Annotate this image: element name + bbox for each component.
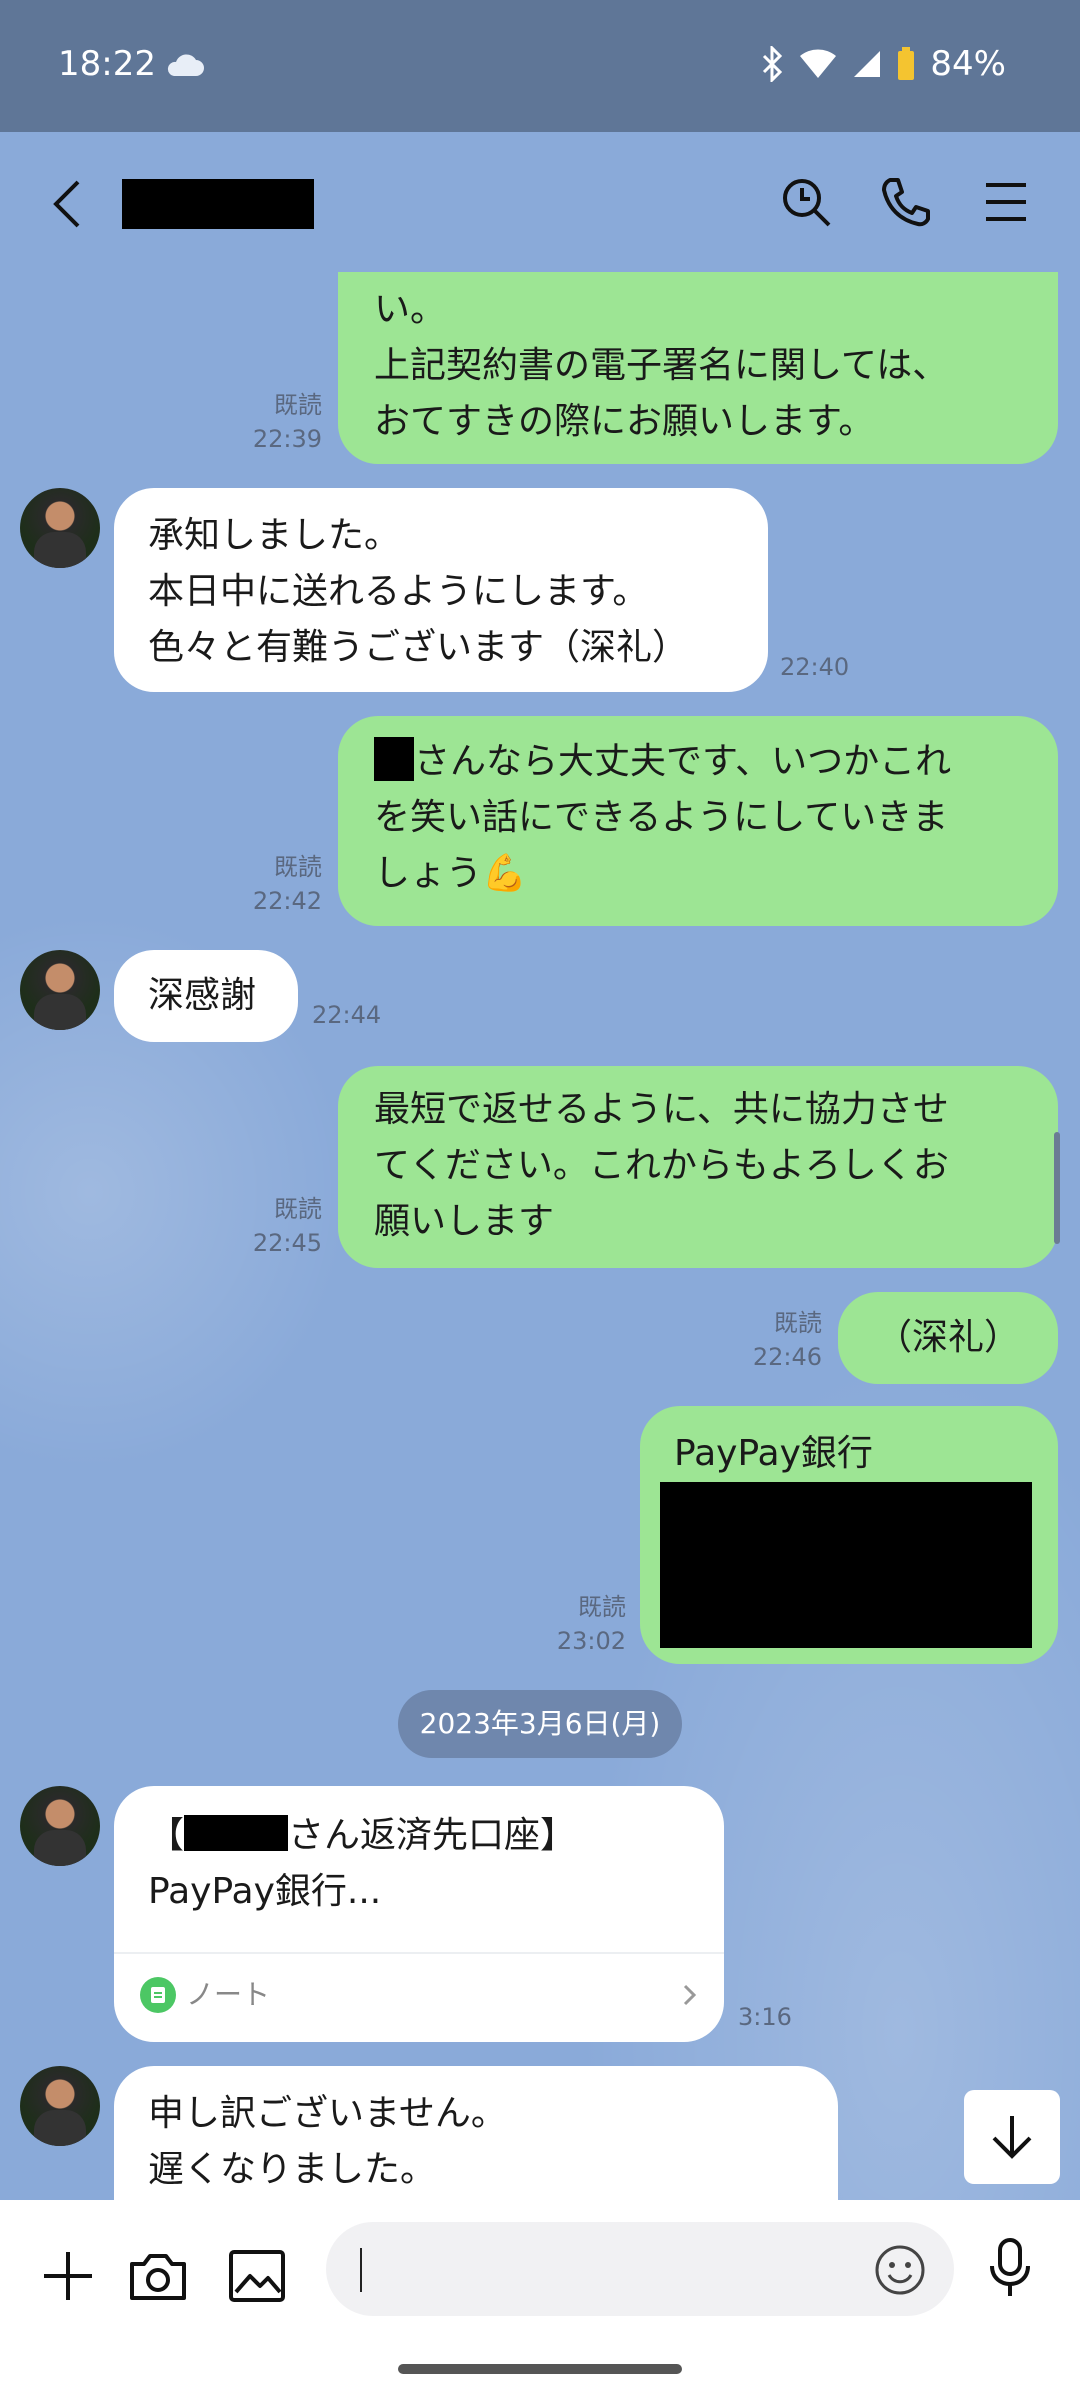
message-line: さんなら大丈夫です、いつかこれ xyxy=(374,734,1022,790)
message-time: 22:40 xyxy=(780,653,850,681)
message-meta: 既読 23:02 xyxy=(524,1590,626,1658)
message-line: 遅くなりました。 xyxy=(148,2149,437,2190)
message-line: い。 xyxy=(374,289,447,330)
message-bubble-outgoing[interactable]: 最短で返せるように、共に協力させ てください。これからもよろしくお 願いします xyxy=(338,1066,1058,1268)
text-cursor xyxy=(360,2248,362,2292)
message-line: 本日中に送れるようにします。 xyxy=(148,571,649,612)
status-bar: 18:22 84% xyxy=(0,0,1080,132)
message-line: 申し訳ございません。 xyxy=(148,2093,507,2134)
arrow-down-icon xyxy=(990,2114,1034,2160)
message-text: （深礼） xyxy=(875,1317,1020,1358)
message-line: 承知しました。 xyxy=(148,515,401,556)
message-bubble-outgoing[interactable]: さんなら大丈夫です、いつかこれ を笑い話にできるようにしていきま しょう💪 xyxy=(338,716,1058,926)
message-time: 3:16 xyxy=(738,2003,792,2031)
back-icon[interactable] xyxy=(50,178,86,230)
redacted-name xyxy=(374,737,414,781)
message-line: 色々と有難うございます（深礼） xyxy=(148,627,689,668)
phone-icon[interactable] xyxy=(880,176,932,228)
image-icon[interactable] xyxy=(228,2248,286,2304)
message-meta: 既読 22:45 xyxy=(220,1192,322,1260)
plus-icon[interactable] xyxy=(40,2248,96,2304)
message-bubble-outgoing[interactable]: い。 上記契約書の電子署名に関しては、 おてすきの際にお願いします。 xyxy=(338,272,1058,464)
avatar[interactable] xyxy=(20,1786,100,1866)
wifi-icon xyxy=(798,48,838,80)
status-icons: 84% xyxy=(760,44,1006,84)
message-meta: 既読 22:42 xyxy=(220,850,322,918)
message-meta: 22:44 xyxy=(312,998,381,1032)
date-divider: 2023年3月6日(月) xyxy=(398,1690,682,1758)
message-time: 22:45 xyxy=(252,1229,322,1257)
flexed-biceps-emoji: 💪 xyxy=(482,853,527,894)
cloud-icon xyxy=(164,54,204,78)
note-icon xyxy=(140,1977,176,2013)
chevron-right-icon xyxy=(682,1983,698,2007)
redacted-account-info xyxy=(660,1482,1032,1648)
message-time: 22:39 xyxy=(252,425,322,453)
read-receipt: 既読 xyxy=(274,391,322,419)
message-time: 22:42 xyxy=(252,887,322,915)
battery-icon xyxy=(896,46,916,82)
camera-icon[interactable] xyxy=(128,2248,188,2304)
note-divider xyxy=(114,1952,724,1954)
battery-percent: 84% xyxy=(930,44,1006,84)
avatar[interactable] xyxy=(20,2066,100,2146)
message-meta: 既読 22:39 xyxy=(220,388,322,456)
message-bubble-outgoing[interactable]: PayPay銀行 xyxy=(640,1406,1058,1664)
note-preview: PayPay銀行... xyxy=(148,1871,382,1912)
message-line: おてすきの際にお願いします。 xyxy=(374,401,875,442)
message-input[interactable] xyxy=(326,2222,954,2316)
message-bubble-incoming[interactable]: 深感謝 xyxy=(114,950,298,1042)
message-line: てください。これからもよろしくお xyxy=(374,1145,949,1186)
scrollbar-thumb[interactable] xyxy=(1054,1132,1060,1244)
message-line: しょう💪 xyxy=(374,853,527,894)
message-line: を笑い話にできるようにしていきま xyxy=(374,797,949,838)
message-bubble-incoming[interactable]: 承知しました。 本日中に送れるようにします。 色々と有難うございます（深礼） xyxy=(114,488,768,692)
signal-icon xyxy=(852,49,882,79)
status-time: 18:22 xyxy=(58,44,156,84)
message-line: 最短で返せるように、共に協力させ xyxy=(374,1089,949,1130)
mic-icon[interactable] xyxy=(986,2236,1034,2300)
message-time: 22:46 xyxy=(752,1343,822,1371)
message-text: 深感謝 xyxy=(148,975,257,1016)
read-receipt: 既読 xyxy=(578,1593,626,1621)
scroll-to-bottom-button[interactable] xyxy=(964,2090,1060,2184)
note-card[interactable]: 【さん返済先口座】 PayPay銀行... ノート xyxy=(114,1786,724,2042)
message-time: 22:44 xyxy=(312,1001,382,1029)
read-receipt: 既読 xyxy=(774,1309,822,1337)
avatar[interactable] xyxy=(20,488,100,568)
read-receipt: 既読 xyxy=(274,1195,322,1223)
menu-icon[interactable] xyxy=(984,182,1028,222)
message-line: 願いします xyxy=(374,1201,555,1242)
home-indicator[interactable] xyxy=(398,2364,682,2374)
contact-name xyxy=(122,179,314,229)
message-bubble-incoming[interactable]: 申し訳ございません。 遅くなりました。 xyxy=(114,2066,838,2200)
message-meta: 22:40 xyxy=(780,650,849,684)
note-footer[interactable]: ノート xyxy=(140,1970,698,2020)
read-receipt: 既読 xyxy=(274,853,322,881)
avatar[interactable] xyxy=(20,950,100,1030)
note-label: ノート xyxy=(186,1978,271,2011)
bluetooth-icon xyxy=(760,46,784,82)
message-time: 23:02 xyxy=(556,1627,626,1655)
chat-header xyxy=(0,132,1080,272)
emoji-icon[interactable] xyxy=(874,2244,926,2296)
message-line: 上記契約書の電子署名に関しては、 xyxy=(374,345,949,386)
message-title: PayPay銀行 xyxy=(674,1433,873,1474)
message-meta: 3:16 xyxy=(738,2000,792,2034)
note-title: 【さん返済先口座】 xyxy=(148,1815,577,1856)
search-icon[interactable] xyxy=(780,176,832,228)
redacted-name xyxy=(184,1815,289,1851)
message-bubble-outgoing[interactable]: （深礼） xyxy=(838,1292,1058,1384)
message-meta: 既読 22:46 xyxy=(720,1306,822,1374)
